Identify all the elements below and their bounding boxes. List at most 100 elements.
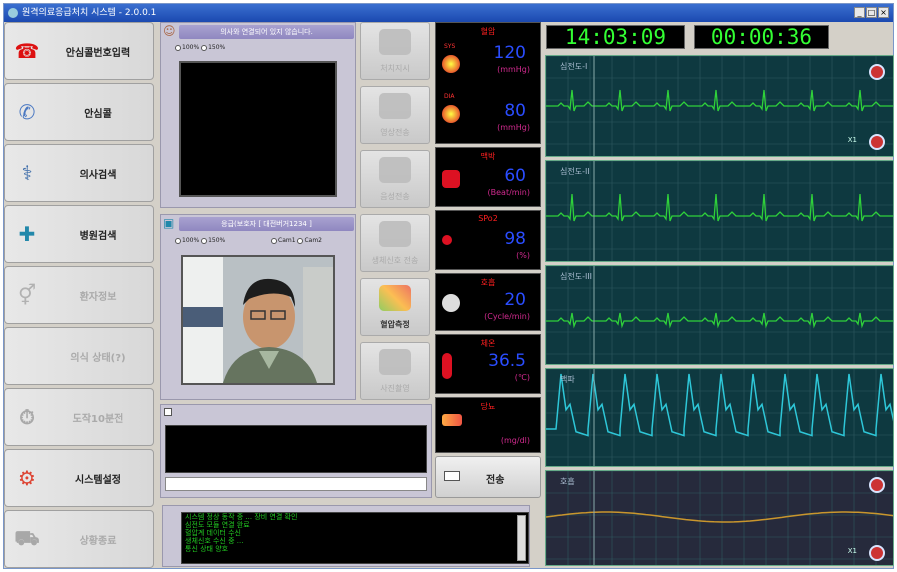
cam1-label: Cam1: [278, 237, 296, 244]
patient-icon: ▣: [163, 216, 175, 230]
sidebar-item-safecall-number[interactable]: ☎ 안심콜번호입력: [4, 22, 154, 80]
sidebar-item-label: 상황종료: [79, 535, 117, 547]
sidebar-item-patient-info[interactable]: ⚥ 환자정보: [4, 266, 154, 324]
tool-label: 생체신호 전송: [371, 256, 419, 265]
radio-icon[interactable]: [297, 237, 304, 244]
dia-unit: (mmHg): [497, 123, 530, 132]
zoom-150-label: 150%: [208, 237, 226, 244]
minimize-button[interactable]: _: [854, 7, 865, 18]
ecg-lead-1-label: 심전도-I: [560, 62, 588, 71]
telephone-handset-icon: ✆: [18, 100, 36, 124]
log-scrollbar[interactable]: [517, 515, 526, 561]
zoom-100-label: 100%: [182, 237, 200, 244]
zoom-out-icon[interactable]: [869, 545, 885, 561]
status-input[interactable]: [165, 477, 427, 491]
bp-measure-button[interactable]: 혈압측정: [360, 278, 430, 336]
zoom-150-label: 150%: [208, 44, 226, 51]
respiration-panel: 호흡 20 (Cycle/min): [435, 273, 541, 331]
message-log: 시스템 정상 동작 중 ... 장비 연결 확인 심전도 모듈 연결 완료 혈압…: [181, 512, 529, 564]
zoom-in-icon[interactable]: [869, 64, 885, 80]
sidebar-item-consciousness[interactable]: 의식 상태(?): [4, 327, 154, 385]
bp-cuff-icon: [379, 285, 411, 311]
blood-pressure-panel: 혈압 SYS 120 (mmHg) DIA 80 (mmHg): [435, 22, 541, 144]
glucose-meter-icon: [442, 414, 462, 426]
sidebar-item-hospital-search[interactable]: ✚ 병원검색: [4, 205, 154, 263]
radio-icon[interactable]: [201, 237, 208, 244]
gender-symbol-icon: ⚥: [17, 283, 37, 307]
patient-zoom-options[interactable]: 100% 150%: [175, 237, 225, 244]
close-button[interactable]: ×: [878, 7, 889, 18]
patient-panel-header: 응급(보호자 [ 대전버거1234 ]: [179, 217, 354, 231]
sidebar-item-system-settings[interactable]: ⚙ 시스템설정: [4, 449, 154, 507]
video-send-button[interactable]: 영상전송: [360, 86, 430, 144]
camera-options[interactable]: Cam1 Cam2: [271, 237, 322, 244]
spo2-panel: SPo2 98 (%): [435, 210, 541, 270]
ecg-lead-1-waveform: [546, 56, 893, 156]
radio-icon[interactable]: [271, 237, 277, 244]
pleth-panel: 맥파: [545, 368, 894, 467]
voice-send-button[interactable]: 음성전송: [360, 150, 430, 208]
treatment-order-button[interactable]: 처치지시: [360, 22, 430, 80]
sidebar-item-arrival-timer[interactable]: ⏱ 도작10분전: [4, 388, 154, 446]
camera-icon: [379, 93, 411, 119]
resp-name: 호흡: [480, 278, 496, 287]
temperature-panel: 체온 36.5 (℃): [435, 334, 541, 394]
patient-video-view: [181, 255, 335, 385]
sys-unit: (mmHg): [497, 65, 530, 74]
log-line: 혈압계 데이터 수신: [185, 529, 241, 537]
temp-unit: (℃): [514, 373, 530, 382]
radio-icon[interactable]: [175, 237, 181, 244]
phone-red-icon: ☎: [14, 39, 40, 63]
tool-label: 혈압측정: [380, 320, 410, 329]
sidebar-item-doctor-search[interactable]: ⚕ 의사검색: [4, 144, 154, 202]
zoom-in-icon[interactable]: [869, 477, 885, 493]
send-button-label: 전송: [486, 475, 505, 486]
zoom-out-icon[interactable]: [869, 134, 885, 150]
status-panel: [160, 404, 432, 498]
sidebar-item-label: 의식 상태(?): [70, 352, 126, 364]
speaker-icon: [379, 157, 411, 183]
sidebar-item-label: 시스템설정: [75, 474, 121, 486]
bp-name: 혈압: [480, 27, 496, 36]
sidebar-item-safecall[interactable]: ✆ 안심콜: [4, 83, 154, 141]
send-button[interactable]: 전송: [435, 456, 541, 498]
sidebar-item-end-situation[interactable]: ⛟ 상황종료: [4, 510, 154, 568]
photo-icon: [379, 349, 411, 375]
radio-icon[interactable]: [201, 44, 208, 51]
tool-label: 사진촬영: [380, 384, 410, 393]
pulse-panel: 맥박 60 (Beat/min): [435, 147, 541, 207]
hospital-building-icon: ✚: [18, 222, 36, 246]
maximize-button[interactable]: □: [866, 7, 877, 18]
tool-label: 음성전송: [380, 192, 410, 201]
photo-capture-button[interactable]: 사진촬영: [360, 342, 430, 400]
scale-label: X1: [847, 547, 857, 555]
resp-value: 20: [504, 290, 526, 310]
respiration-waveform: [546, 471, 893, 565]
resp-unit: (Cycle/min): [484, 312, 530, 321]
cam2-label: Cam2: [304, 237, 322, 244]
window-title: 원격의료응급처치 시스템 - 2.0.0.1: [22, 8, 157, 18]
doctor-video-panel: ☺ 의사와 연결되어 있지 않습니다. 100% 150%: [160, 22, 356, 208]
doctor-zoom-options[interactable]: 100% 150%: [175, 44, 225, 51]
biosignal-send-button[interactable]: 생체신호 전송: [360, 214, 430, 272]
gears-icon: ⚙: [18, 466, 36, 490]
log-line: 생체신호 수신 중 ...: [185, 537, 244, 545]
glucose-panel: 당뇨 (mg/dl): [435, 397, 541, 453]
blood-drop-icon: [442, 235, 452, 245]
sys-label: SYS: [444, 43, 456, 50]
sys-value: 120: [493, 43, 526, 63]
dia-label: DIA: [444, 93, 455, 100]
pulse-name: 맥박: [480, 152, 496, 161]
tool-label: 영상전송: [380, 128, 410, 137]
doctor-panel-header: 의사와 연결되어 있지 않습니다.: [179, 25, 354, 39]
radio-icon[interactable]: [175, 44, 181, 51]
heart-icon: [442, 105, 460, 123]
respiration-wave-panel: 호흡 X1: [545, 470, 894, 566]
temp-value: 36.5: [488, 351, 526, 371]
ambulance-icon: ⛟: [14, 525, 40, 550]
patient-video-frame: [183, 257, 333, 383]
log-line: 시스템 정상 동작 중 ... 장비 연결 확인: [185, 513, 298, 521]
sidebar-item-label: 병원검색: [79, 230, 117, 242]
sidebar-item-label: 도작10분전: [72, 413, 124, 425]
status-display: [165, 425, 427, 473]
